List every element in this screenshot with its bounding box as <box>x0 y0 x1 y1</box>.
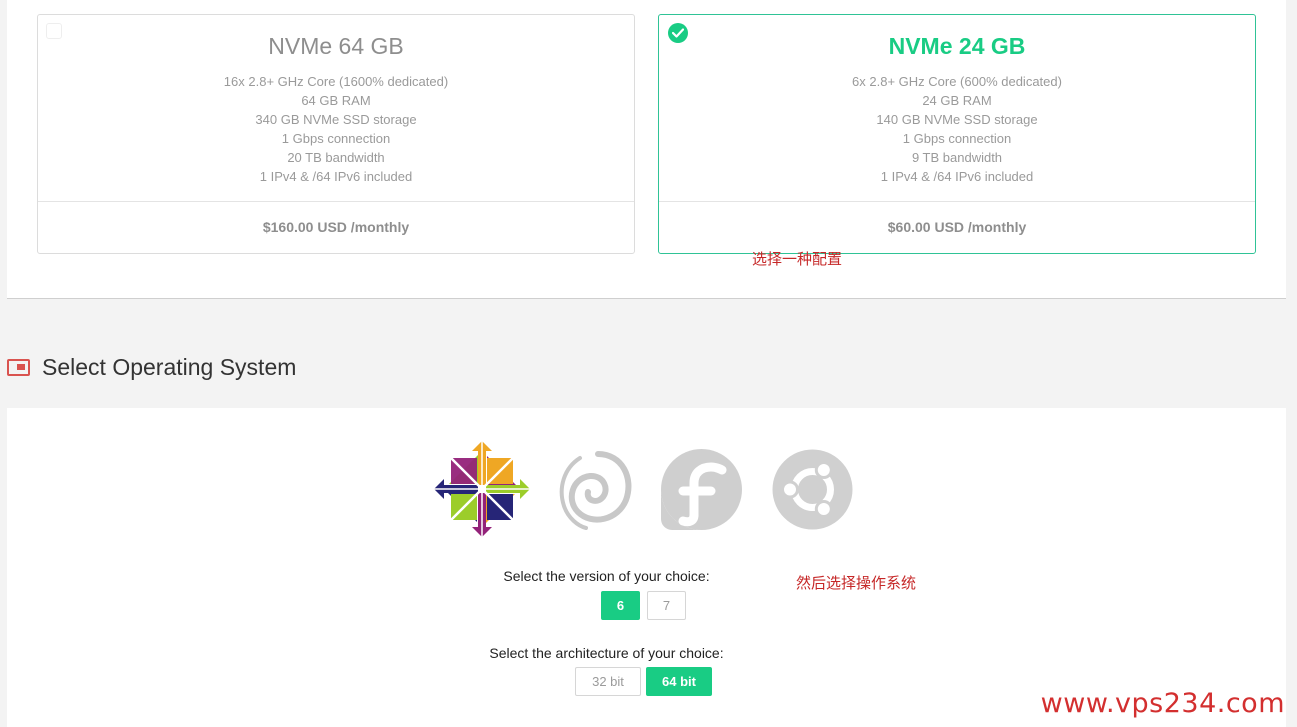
centos-logo[interactable] <box>433 440 531 543</box>
os-selection-panel: Select the version of your choice: 6 7 S… <box>7 408 1286 727</box>
ubuntu-logo[interactable] <box>772 449 853 535</box>
plan-spec-ip: 1 IPv4 & /64 IPv6 included <box>880 169 1034 184</box>
plan-spec-ram: 24 GB RAM <box>922 93 992 108</box>
plan-spec-connection: 1 Gbps connection <box>281 131 391 146</box>
section-title: Select Operating System <box>42 353 297 380</box>
plan-price: $60.00 USD /monthly <box>887 219 1027 235</box>
annotation-choose-config: 选择一种配置 <box>752 250 843 268</box>
fedora-logo[interactable] <box>661 449 742 535</box>
plan-specs: 6x 2.8+ GHz Core (600% dedicated) 24 GB … <box>659 72 1255 186</box>
plan-spec-ip: 1 IPv4 & /64 IPv6 included <box>259 169 413 184</box>
plan-divider <box>38 201 634 202</box>
os-section-header: Select Operating System <box>7 352 296 382</box>
plan-spec-connection: 1 Gbps connection <box>902 131 1012 146</box>
arch-64bit-button[interactable]: 64 bit <box>646 667 712 696</box>
plan-spec-cpu: 6x 2.8+ GHz Core (600% dedicated) <box>852 74 1062 89</box>
window-icon <box>7 358 30 376</box>
annotation-choose-os: 然后选择操作系统 <box>796 574 917 592</box>
plan-spec-ram: 64 GB RAM <box>301 93 371 108</box>
plan-spec-bandwidth: 20 TB bandwidth <box>287 150 385 165</box>
plan-divider <box>659 201 1255 202</box>
version-label: Select the version of your choice: <box>503 568 710 584</box>
plan-spec-storage: 140 GB NVMe SSD storage <box>876 112 1038 127</box>
version-6-button[interactable]: 6 <box>601 591 640 620</box>
watermark: www.vps234.com <box>1040 688 1285 719</box>
plan-title: NVMe 24 GB <box>888 33 1026 59</box>
plan-specs: 16x 2.8+ GHz Core (1600% dedicated) 64 G… <box>38 72 634 186</box>
plan-title: NVMe 64 GB <box>268 33 404 59</box>
plan-card-nvme-64[interactable]: NVMe 64 GB 16x 2.8+ GHz Core (1600% dedi… <box>37 14 635 254</box>
plan-price: $160.00 USD /monthly <box>262 219 410 235</box>
plan-spec-cpu: 16x 2.8+ GHz Core (1600% dedicated) <box>223 74 449 89</box>
arch-32bit-button[interactable]: 32 bit <box>575 667 641 696</box>
architecture-label: Select the architecture of your choice: <box>489 645 724 661</box>
plan-spec-storage: 340 GB NVMe SSD storage <box>255 112 417 127</box>
version-7-button[interactable]: 7 <box>647 591 686 620</box>
debian-logo[interactable] <box>552 448 636 537</box>
plan-card-nvme-24[interactable]: NVMe 24 GB 6x 2.8+ GHz Core (600% dedica… <box>658 14 1256 254</box>
plan-spec-bandwidth: 9 TB bandwidth <box>911 150 1003 165</box>
plan-list: NVMe 64 GB 16x 2.8+ GHz Core (1600% dedi… <box>7 0 1286 299</box>
